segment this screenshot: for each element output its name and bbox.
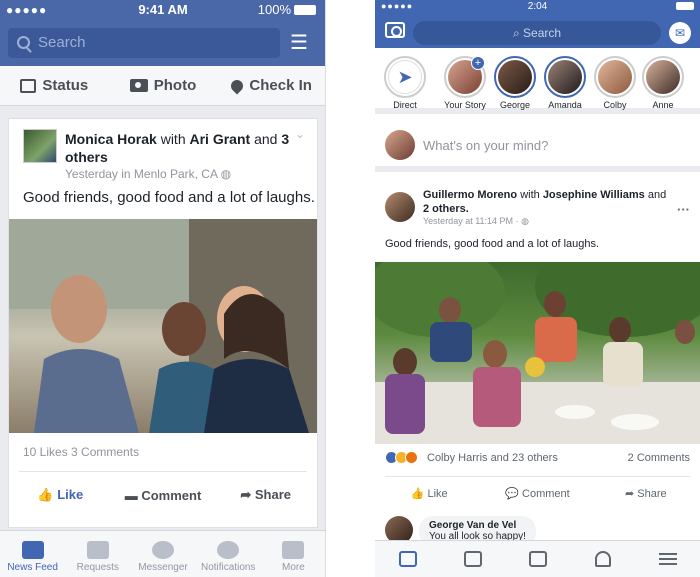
post-meta: Yesterday at 11:14 PM · ◍	[423, 216, 529, 226]
left-phone-screen: ●●●●● 9:41 AM 100% Search ☰ Status Photo…	[0, 0, 326, 577]
tagged-others[interactable]: 2 others.	[423, 203, 469, 215]
send-icon: ➤	[388, 60, 422, 94]
post-counts[interactable]: 10 Likes 3 Comments	[23, 445, 139, 459]
video-icon	[463, 551, 482, 567]
friends-list-icon[interactable]: ☰	[290, 32, 314, 54]
globe-icon: ◍	[220, 167, 232, 181]
share-button[interactable]: ➦ Share	[214, 487, 317, 503]
battery-icon	[676, 2, 694, 10]
share-button[interactable]: ➦ Share	[592, 487, 700, 500]
story-your-story[interactable]: + Your Story	[439, 56, 491, 110]
avatar	[385, 130, 415, 160]
comment-button[interactable]: ▬ Comment	[112, 488, 215, 503]
author-name[interactable]: Monica Horak	[65, 131, 157, 147]
edit-icon	[20, 78, 37, 93]
news-feed-icon	[398, 551, 417, 567]
bottom-tab-bar	[375, 540, 700, 577]
globe-icon	[217, 541, 240, 559]
battery-icon	[294, 5, 316, 15]
tab-requests[interactable]: Requests	[65, 531, 130, 577]
bell-icon	[594, 551, 611, 567]
tab-messenger[interactable]: Messenger	[130, 531, 195, 577]
battery-indicator: 100%	[258, 2, 316, 17]
tab-news-feed[interactable]: News Feed	[0, 531, 65, 577]
tab-watch[interactable]	[440, 551, 505, 567]
story-amanda[interactable]: Amanda	[539, 56, 591, 110]
search-input[interactable]: ⌕ Search	[413, 21, 661, 45]
divider	[385, 476, 690, 477]
post-header: Monica Horak with Ari Grant and 3 others	[65, 131, 290, 165]
tab-news-feed[interactable]	[375, 551, 440, 567]
tab-menu[interactable]	[635, 553, 700, 565]
divider	[19, 471, 307, 472]
menu-icon	[282, 541, 305, 559]
more-options-icon[interactable]: ···	[677, 202, 690, 217]
status-time: 2:04	[527, 1, 548, 12]
avatar[interactable]	[23, 129, 57, 163]
news-feed-icon	[21, 541, 44, 559]
tab-notifications[interactable]	[570, 551, 635, 567]
marketplace-icon	[528, 551, 547, 567]
bottom-tab-bar: News Feed Requests Messenger Notificatio…	[0, 530, 325, 577]
post-photo[interactable]	[9, 219, 317, 433]
camera-icon	[129, 79, 148, 92]
tab-marketplace[interactable]	[505, 551, 570, 567]
search-icon	[17, 36, 30, 49]
tagged-name[interactable]: Ari Grant	[190, 131, 251, 147]
post-meta: Yesterday in Menlo Park, CA ◍	[65, 167, 232, 181]
add-story-icon: +	[471, 56, 485, 70]
friends-icon	[86, 541, 109, 559]
haha-reaction-icon	[405, 451, 418, 464]
location-pin-icon	[228, 77, 246, 94]
messenger-icon[interactable]: ✉	[669, 22, 691, 44]
tab-notifications[interactable]: Notifications	[196, 531, 261, 577]
post-text: Good friends, good food and a lot of lau…	[23, 189, 315, 206]
story-george[interactable]: George	[489, 56, 541, 110]
search-icon: ⌕	[512, 26, 520, 40]
composer-placeholder: What's on your mind?	[423, 138, 549, 153]
author-name[interactable]: Guillermo Moreno	[423, 189, 517, 201]
comments-count: 2 Comments	[627, 452, 690, 464]
feed-post: Monica Horak with Ari Grant and 3 others…	[8, 118, 318, 528]
tab-more[interactable]: More	[261, 531, 325, 577]
avatar[interactable]	[385, 192, 415, 222]
checkin-button[interactable]: Check In	[217, 66, 325, 105]
photo-button[interactable]: Photo	[109, 66, 218, 105]
like-button[interactable]: 👍 Like	[375, 487, 483, 500]
post-actions: 👍 Like 💬 Comment ➦ Share	[375, 480, 700, 506]
chevron-down-icon[interactable]: ⌄	[295, 127, 305, 141]
right-phone-screen: ●●●●● 2:04 ⌕ Search ✉ ➤ Direct + Your St…	[375, 0, 700, 577]
post-text: Good friends, good food and a lot of lau…	[385, 238, 600, 250]
feed-post: Guillermo Moreno with Josephine Williams…	[375, 178, 700, 546]
messenger-icon	[152, 541, 174, 559]
like-button[interactable]: 👍 Like	[9, 487, 112, 503]
status-button[interactable]: Status	[0, 66, 109, 105]
tagged-name[interactable]: Josephine Williams	[543, 189, 645, 201]
post-photo[interactable]	[375, 262, 700, 444]
post-actions: 👍 Like ▬ Comment ➦ Share	[9, 475, 317, 515]
left-status-bar: ●●●●● 9:41 AM 100%	[0, 0, 325, 20]
composer-bar: Status Photo Check In	[0, 66, 325, 106]
camera-icon[interactable]	[385, 22, 405, 38]
menu-icon	[658, 553, 677, 565]
comment-author: George Van de Vel	[429, 520, 517, 531]
post-header: Guillermo Moreno with Josephine Williams…	[423, 189, 667, 215]
comment-button[interactable]: 💬 Comment	[483, 487, 591, 500]
story-anne[interactable]: Anne	[637, 56, 689, 110]
story-direct[interactable]: ➤ Direct	[379, 56, 431, 110]
right-status-bar: ●●●●● 2:04	[375, 0, 700, 14]
globe-icon: ◍	[521, 216, 529, 226]
story-colby[interactable]: Colby	[589, 56, 641, 110]
composer[interactable]: What's on your mind?	[375, 120, 700, 172]
search-input[interactable]: Search	[8, 28, 280, 58]
stories-tray: ➤ Direct + Your Story George Amanda Colb…	[375, 52, 700, 114]
reaction-icons	[385, 451, 418, 464]
